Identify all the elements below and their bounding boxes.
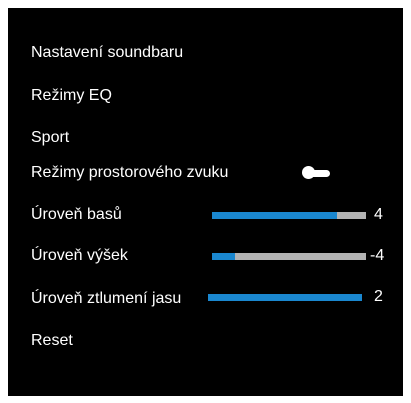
treble-level-slider[interactable] — [212, 253, 366, 260]
dimming-level-slider[interactable] — [208, 294, 362, 301]
menu-item-label: Nastavení soundbaru — [31, 44, 184, 61]
menu-item-eq-modes[interactable]: Režimy EQ — [31, 81, 112, 111]
menu-item-label: Sport — [31, 129, 70, 146]
menu-item-label: Úroveň basů — [31, 206, 122, 223]
dimming-level-value: 2 — [374, 288, 383, 305]
menu-item-reset[interactable]: Reset — [31, 326, 73, 356]
menu-item-dimming-level[interactable]: Úroveň ztlumení jasu — [31, 284, 181, 314]
menu-item-bass-level[interactable]: Úroveň basů — [31, 200, 122, 230]
bass-level-value: 4 — [374, 206, 383, 223]
surround-mode-toggle[interactable] — [302, 166, 332, 179]
soundbar-settings-menu: Nastavení soundbaru Režimy EQ Sport Reži… — [8, 8, 403, 396]
slider-fill — [212, 253, 236, 260]
menu-item-treble-level[interactable]: Úroveň výšek — [31, 241, 128, 271]
menu-item-label: Režimy EQ — [31, 87, 112, 104]
treble-level-value: -4 — [370, 247, 385, 264]
slider-fill — [212, 212, 337, 219]
menu-item-sport[interactable]: Sport — [31, 123, 69, 153]
menu-item-label: Reset — [31, 332, 73, 349]
menu-item-label: Režimy prostorového zvuku — [31, 164, 229, 181]
toggle-knob — [302, 166, 315, 179]
menu-item-soundbar-settings[interactable]: Nastavení soundbaru — [31, 38, 183, 68]
menu-item-surround-modes[interactable]: Režimy prostorového zvuku — [31, 158, 228, 188]
menu-item-label: Úroveň výšek — [31, 247, 128, 264]
bass-level-slider[interactable] — [212, 212, 366, 219]
slider-fill — [208, 294, 362, 301]
menu-item-label: Úroveň ztlumení jasu — [31, 290, 182, 307]
